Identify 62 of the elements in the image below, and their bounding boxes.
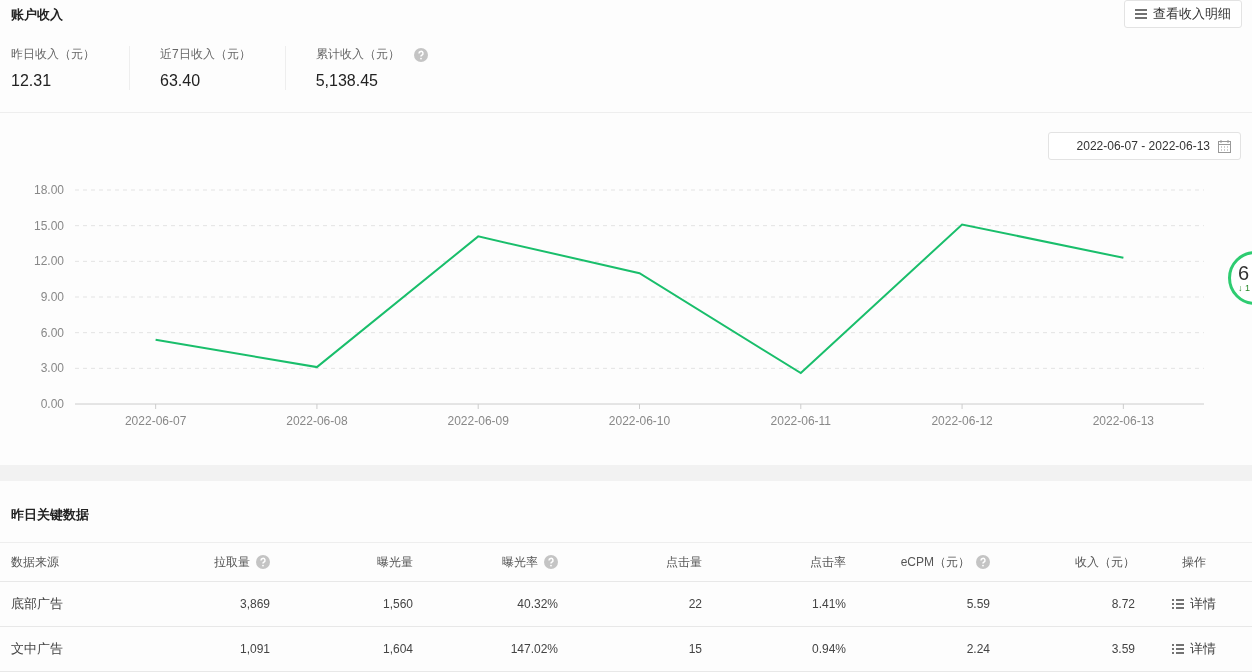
stat-label: 昨日收入（元） [11,46,95,63]
column-header: 曝光量 [377,553,413,571]
widget-value: 6 [1238,263,1251,283]
column-header: 曝光率 [502,553,538,571]
x-axis-label: 2022-06-13 [1092,414,1155,428]
table-cell: 1.41% [811,597,846,611]
column-header: 数据来源 [11,553,59,571]
stat-value: 12.31 [11,72,53,90]
details-link[interactable]: 详情 [1171,595,1216,613]
table-cell: 0.94% [811,642,846,656]
list-icon [1171,644,1184,654]
table-cell: 2.24 [966,642,990,656]
table-cell: 3,869 [239,597,270,611]
x-axis-label: 2022-06-07 [124,414,187,428]
table-cell: 1,560 [382,597,413,611]
table-cell: 文中广告 [11,640,63,658]
x-axis-label: 2022-06-11 [770,414,832,428]
table-cell: 3.59 [1111,642,1135,656]
stat-label: 近7日收入（元） [160,46,251,63]
floating-widget[interactable]: 6 ↓ 1 [1228,251,1252,305]
details-link[interactable]: 详情 [1171,640,1216,658]
y-axis-label: 9.00 [40,290,64,304]
table-cell: 1,604 [382,642,413,656]
x-axis-label: 2022-06-09 [447,414,509,428]
stat-label: 累计收入（元） [315,46,400,63]
column-header: eCPM（元） [900,553,970,571]
help-icon[interactable] [544,555,558,569]
stat-value: 63.40 [160,72,202,90]
y-axis-label: 18.00 [33,183,64,197]
y-axis-label: 0.00 [40,397,64,411]
widget-subtext: ↓ 1 [1238,283,1251,293]
x-axis-label: 2022-06-08 [286,414,348,428]
x-axis-label: 2022-06-12 [931,414,993,428]
stat-value: 5,138.45 [315,72,379,90]
table-cell: 147.02% [510,642,558,656]
column-header: 拉取量 [214,553,250,571]
menu-icon [1135,9,1147,19]
table-cell: 5.59 [966,597,990,611]
column-header: 点击量 [666,553,702,571]
table-cell: 40.32% [517,597,558,611]
y-axis-label: 12.00 [33,254,64,269]
table-cell: 15 [688,642,702,656]
y-axis-label: 3.00 [40,361,64,376]
help-icon[interactable] [256,555,270,569]
date-range-field[interactable]: 2022-06-07 - 2022-06-13 [1048,132,1241,160]
calendar-icon [1218,139,1231,153]
table-cell: 1,091 [239,642,270,656]
column-header: 点击率 [810,553,846,571]
table-cell: 底部广告 [11,595,63,613]
column-header: 操作 [1181,553,1206,571]
help-icon[interactable] [976,555,990,569]
y-axis-label: 6.00 [40,325,64,340]
view-details-button[interactable]: 查看收入明细 [1124,0,1242,28]
table-cell: 22 [688,597,702,611]
help-icon[interactable] [413,47,428,62]
section-title: 账户收入 [11,6,63,24]
section-title: 昨日关键数据 [11,505,89,524]
list-icon [1171,599,1184,609]
table-cell: 8.72 [1111,597,1135,611]
y-axis-label: 15.00 [33,218,64,233]
x-axis-label: 2022-06-10 [608,414,671,428]
column-header: 收入（元） [1075,553,1135,571]
